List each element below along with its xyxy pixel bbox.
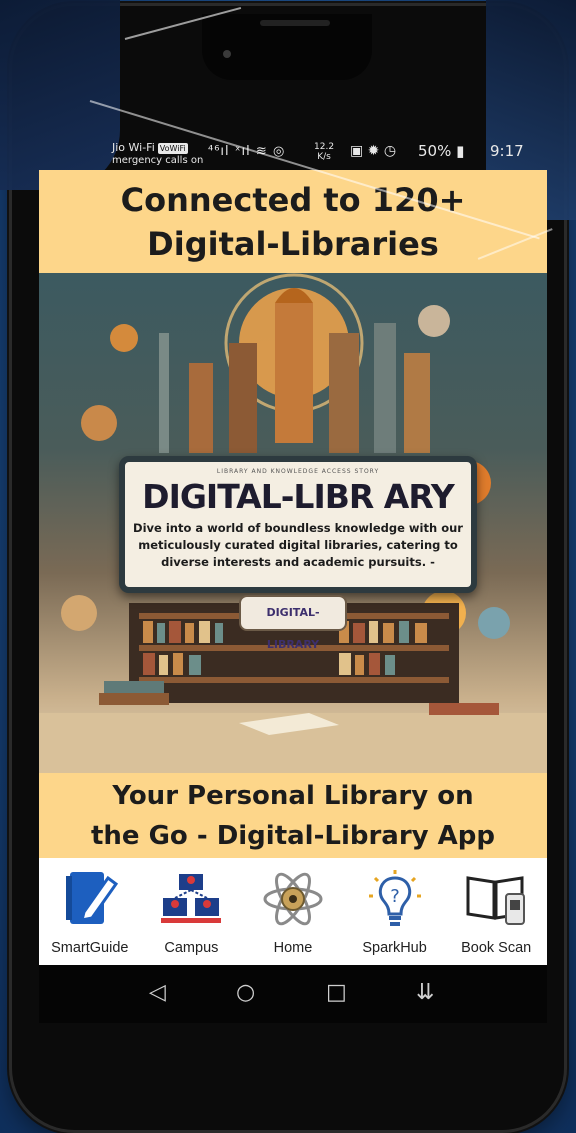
nav-item-home[interactable]: Home [242,858,344,965]
status-bar: Jio Wi-Fi VoWiFi mergency calls on ⁴⁶ıl ˣ… [112,141,524,168]
hero-illustration: LIBRARY AND KNOWLEDGE ACCESS STORY DIGIT… [39,273,547,773]
front-camera [223,50,231,58]
home-atom-icon [263,872,323,926]
vowifi-badge: VoWiFi [157,143,188,154]
carrier-label: Jio Wi-Fi VoWiFi [112,141,188,154]
nav-label-book-scan: Book Scan [461,940,532,956]
nav-item-book-scan[interactable]: Book Scan [445,858,547,965]
brand-card-tiny-text: LIBRARY AND KNOWLEDGE ACCESS STORY [216,468,380,475]
system-navigation-bar: ◁ ○ □ ⇊ [39,965,547,1023]
nav-label-smartguide: SmartGuide [51,940,129,956]
nav-label-campus: Campus [164,940,219,956]
nav-label-sparkhub: SparkHub [362,940,427,956]
bottom-banner-text: Your Personal Library on the Go - Digital… [90,780,496,851]
earpiece-speaker [260,20,330,26]
recents-icon[interactable]: □ [326,980,347,1005]
emergency-calls-label: mergency calls on [112,155,204,166]
top-banner: Connected to 120+ Digital-Libraries [39,170,547,273]
brand-description: Dive into a world of boundless knowledge… [133,521,463,569]
back-icon[interactable]: ◁ [149,980,166,1005]
network-speed: 12.2 K/s [314,142,335,162]
svg-text:?: ? [390,886,400,907]
brand-title: DIGITAL-LIBR ARY [142,477,455,516]
top-banner-text: Connected to 120+ Digital-Libraries [120,180,466,263]
nav-item-smartguide[interactable]: SmartGuide [39,858,141,965]
sparkhub-bulb-icon: ? [368,870,421,926]
brand-pill-label: DIGITAL-LIBRARY [239,595,347,651]
nav-item-sparkhub[interactable]: ? SparkHub [344,858,446,965]
smartguide-icon [65,872,118,924]
nfc-alarm-icons: ▣ ✹ ◷ [350,143,397,159]
book-scan-icon [466,876,526,925]
battery-indicator: 50% ▮ [418,142,465,160]
nav-item-campus[interactable]: Campus [141,858,243,965]
campus-icon [161,874,222,923]
finger-overlay-left [0,0,120,190]
nav-label-home: Home [273,940,313,956]
bottom-banner: Your Personal Library on the Go - Digital… [39,773,547,858]
bottom-navigation: SmartGuide Campus Home ? SparkHub Book S… [39,858,547,965]
brand-card: LIBRARY AND KNOWLEDGE ACCESS STORY DIGIT… [119,456,477,593]
home-circle-icon[interactable]: ○ [236,980,255,1005]
app-screen: Connected to 120+ Digital-Libraries LIBR… [39,170,547,965]
clock: 9:17 [490,142,524,160]
notification-pull-icon[interactable]: ⇊ [416,980,434,1005]
